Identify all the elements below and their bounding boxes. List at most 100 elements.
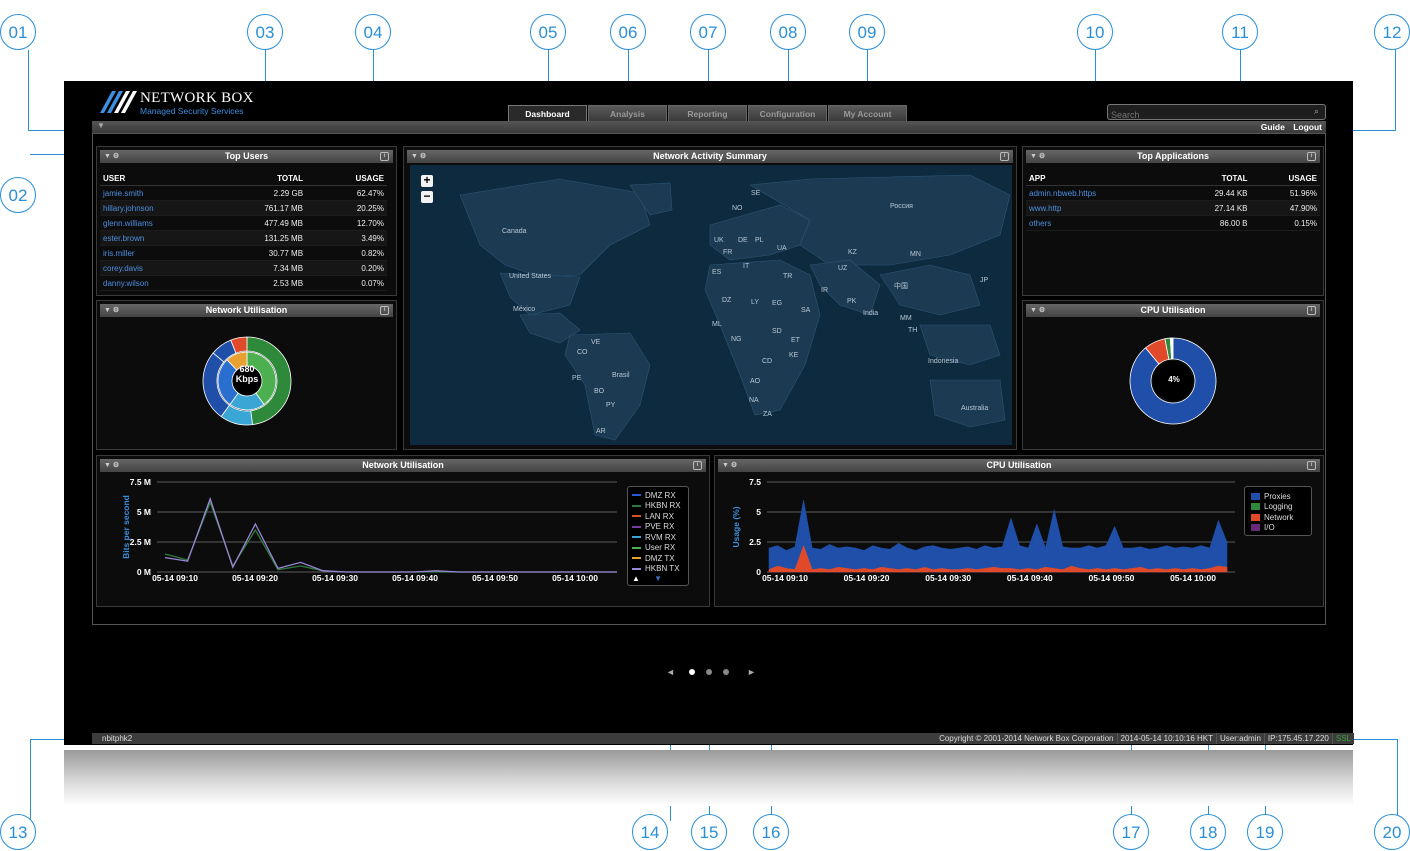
x-tick-label: 05-14 10:00 [552, 573, 598, 583]
legend-down-arrow-icon[interactable]: ▼ [654, 574, 662, 583]
map-label: MN [910, 251, 921, 258]
legend-item[interactable]: DMZ TX [632, 553, 688, 564]
callout-17: 17 [1113, 814, 1149, 850]
info-icon[interactable]: i [1000, 152, 1009, 161]
legend-item[interactable]: Logging [1251, 502, 1311, 513]
column-usage[interactable]: USAGE [306, 171, 387, 186]
legend-swatch [1251, 492, 1260, 500]
app-cell[interactable]: www.http [1026, 200, 1172, 216]
legend-item[interactable]: PVE RX [632, 522, 688, 533]
user-cell[interactable]: ester.brown [100, 230, 201, 246]
search-box: ⌕ [1107, 104, 1326, 122]
legend-item[interactable]: Network [1251, 512, 1311, 523]
info-icon[interactable]: i [380, 152, 389, 161]
table-row: ester.brown 131.25 MB 3.49% [100, 230, 387, 246]
ip-text: IP:175.45.17.220 [1263, 733, 1332, 744]
column-app[interactable]: APP [1026, 171, 1172, 186]
search-icon[interactable]: ⌕ [1314, 106, 1319, 117]
network-utilisation-line-chart[interactable]: 7.5 M 5 M 2.5 M 0 M05-14 09:10 05-14 09:20 05… [97, 474, 627, 606]
info-icon[interactable]: i [1307, 306, 1316, 315]
callout-02: 02 [0, 177, 36, 213]
guide-link[interactable]: Guide [1261, 122, 1285, 132]
x-tick-label: 05-14 09:10 [762, 573, 808, 583]
info-icon[interactable]: i [1307, 152, 1316, 161]
panel-controls-icon[interactable]: ▼ ⚙ [411, 150, 426, 163]
legend-item[interactable]: LAN RX [632, 511, 688, 522]
column-usage[interactable]: USAGE [1250, 171, 1320, 186]
legend-item[interactable]: HKBN TX [632, 564, 688, 575]
collapse-toggle-icon[interactable]: ▼ [97, 121, 105, 130]
y-axis-label: Bits per second [121, 495, 131, 559]
column-total[interactable]: TOTAL [1172, 171, 1251, 186]
table-header: USER TOTAL USAGE [100, 171, 387, 186]
app-cell[interactable]: others [1026, 215, 1172, 231]
y-tick-label: 2.5 [749, 537, 761, 547]
legend-label: I/O [1264, 523, 1275, 533]
network-utilisation-donut-panel: ▼ ⚙ Network Utilisation i 680 Kbps [96, 300, 397, 450]
usage-cell: 12.70% [306, 215, 387, 231]
next-page-icon[interactable]: ► [747, 667, 756, 677]
tab-analysis[interactable]: Analysis [588, 105, 667, 121]
info-icon[interactable]: i [380, 306, 389, 315]
panel-controls-icon[interactable]: ▼ ⚙ [104, 150, 119, 163]
legend-item[interactable]: DMZ RX [632, 490, 688, 501]
network-utilisation-donut-title: Network Utilisation [205, 305, 288, 315]
table-row: danny.wilson 2.53 MB 0.07% [100, 275, 387, 291]
tab-my-account[interactable]: My Account [828, 105, 907, 121]
legend-item[interactable]: HKBN RX [632, 501, 688, 512]
zoom-in-button[interactable]: + [421, 174, 433, 187]
legend-swatch [632, 494, 641, 497]
cpu-utilisation-area-chart[interactable]: 7.5 5 2.5 005-14 09:10 05-14 09:20 05-14 09:3… [715, 474, 1245, 606]
usage-cell: 0.20% [306, 260, 387, 276]
legend-up-arrow-icon[interactable]: ▲ [632, 574, 640, 583]
search-input[interactable] [1108, 108, 1294, 122]
datetime-text: 2014-05-14 10:10:16 HKT [1116, 733, 1217, 744]
page-dot-1[interactable] [689, 669, 695, 675]
network-donut-value: 680 [239, 364, 255, 374]
tab-configuration[interactable]: Configuration [748, 105, 827, 121]
panel-controls-icon[interactable]: ▼ ⚙ [1030, 150, 1045, 163]
world-map[interactable]: + − Canada United States México Brasil Р… [410, 165, 1012, 445]
user-cell[interactable]: glenn.williams [100, 215, 201, 231]
tab-reporting[interactable]: Reporting [668, 105, 747, 121]
brand-subtitle: Managed Security Services [140, 106, 244, 116]
user-cell[interactable]: danny.wilson [100, 275, 201, 291]
map-label: UK [714, 237, 724, 244]
total-cell: 131.25 MB [201, 230, 307, 246]
previous-page-icon[interactable]: ◄ [666, 667, 675, 677]
zoom-out-button[interactable]: − [421, 190, 433, 203]
logout-link[interactable]: Logout [1293, 122, 1322, 132]
legend-item[interactable]: Proxies [1251, 491, 1311, 502]
table-row: admin.nbweb.https 29.44 KB 51.96% [1026, 185, 1320, 201]
map-label: MM [900, 315, 912, 322]
legend-item[interactable]: I/O [1251, 523, 1311, 534]
info-icon[interactable]: i [693, 461, 702, 470]
network-utilisation-donut[interactable] [97, 319, 398, 449]
page-dot-3[interactable] [723, 669, 729, 675]
info-icon[interactable]: i [1307, 461, 1316, 470]
user-cell[interactable]: iris.miller [100, 245, 201, 261]
brand-title: NETWORK BOX [140, 90, 254, 106]
panel-controls-icon[interactable]: ▼ ⚙ [104, 459, 119, 472]
column-total[interactable]: TOTAL [201, 171, 307, 186]
top-applications-panel: ▼ ⚙ Top Applications i APP TOTAL USAGE a… [1022, 146, 1324, 296]
page-dot-2[interactable] [706, 669, 712, 675]
map-label: AR [596, 428, 606, 435]
panel-controls-icon[interactable]: ▼ ⚙ [722, 459, 737, 472]
user-cell[interactable]: hillary.johnson [100, 200, 201, 216]
panel-controls-icon[interactable]: ▼ ⚙ [1030, 304, 1045, 317]
legend-label: User RX [645, 543, 676, 553]
column-user[interactable]: USER [100, 171, 201, 186]
app-cell[interactable]: admin.nbweb.https [1026, 185, 1172, 201]
top-users-header: ▼ ⚙ Top Users i [100, 150, 393, 163]
user-cell[interactable]: corey.davis [100, 260, 201, 276]
legend-item[interactable]: User RX [632, 543, 688, 554]
tab-dashboard[interactable]: Dashboard [508, 105, 587, 121]
legend-item[interactable]: RVM RX [632, 532, 688, 543]
legend-label: PVE RX [645, 522, 675, 532]
map-label: 中国 [894, 283, 908, 290]
user-cell[interactable]: jamie.smith [100, 185, 201, 201]
panel-controls-icon[interactable]: ▼ ⚙ [104, 304, 119, 317]
cpu-utilisation-donut[interactable] [1023, 319, 1325, 449]
legend-label: HKBN TX [645, 564, 680, 574]
